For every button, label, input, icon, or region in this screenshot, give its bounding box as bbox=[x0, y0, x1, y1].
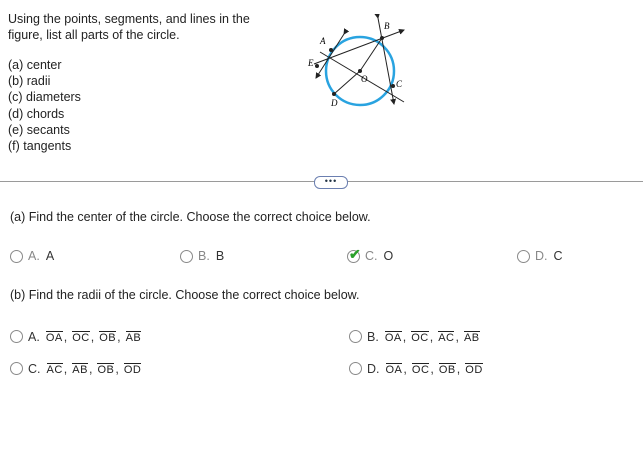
point-d bbox=[332, 92, 336, 96]
point-e bbox=[315, 64, 319, 68]
choice-a-c[interactable]: ✔ C. O bbox=[347, 246, 393, 263]
segment-label: OB bbox=[97, 361, 115, 376]
segment-label: AC bbox=[438, 329, 455, 344]
expand-more-button[interactable]: ••• bbox=[314, 176, 348, 189]
choice-a-d[interactable]: D. C bbox=[517, 249, 563, 263]
radio-button[interactable] bbox=[10, 330, 23, 343]
segment-label: OA bbox=[384, 329, 402, 344]
choice-a-b[interactable]: B. B bbox=[180, 249, 224, 263]
choice-b-c[interactable]: C. AC, AB, OB, OD bbox=[10, 361, 142, 376]
radius-od bbox=[333, 70, 361, 95]
point-b bbox=[380, 36, 384, 40]
segment-label: OD bbox=[465, 361, 483, 376]
label-a: A bbox=[319, 36, 326, 46]
part-center: (a) center bbox=[8, 58, 62, 72]
segment-label: AB bbox=[125, 329, 142, 344]
part-chords: (d) chords bbox=[8, 106, 65, 121]
segment-label: OC bbox=[411, 329, 429, 344]
segment-label: OA bbox=[385, 361, 403, 376]
radio-button[interactable] bbox=[349, 362, 362, 375]
segment-label: AC bbox=[46, 361, 64, 376]
point-a bbox=[329, 48, 333, 52]
label-d: D bbox=[330, 98, 338, 108]
checkmark-icon: ✔ bbox=[349, 245, 361, 262]
parts-list: (a) center (b) radii (c) diameters (d) c… bbox=[8, 57, 81, 154]
segment-label: OC bbox=[411, 361, 430, 376]
part-radii: (b) radii bbox=[8, 74, 51, 89]
radio-button[interactable] bbox=[10, 362, 23, 375]
label-e: E bbox=[307, 58, 314, 68]
label-c: C bbox=[396, 79, 403, 89]
segment-label: OD bbox=[123, 361, 142, 376]
question-a-text: (a) Find the center of the circle. Choos… bbox=[10, 210, 371, 224]
radio-button[interactable] bbox=[180, 249, 193, 263]
choice-b-a[interactable]: A. OA, OC, OB, AB bbox=[10, 329, 142, 344]
question-b-text: (b) Find the radii of the circle. Choose… bbox=[10, 288, 360, 302]
label-o: O bbox=[361, 74, 368, 84]
problem-prompt: Using the points, segments, and lines in… bbox=[8, 12, 250, 42]
radio-button[interactable] bbox=[349, 330, 362, 343]
segment-label: OC bbox=[72, 329, 90, 344]
segment-label: OB bbox=[438, 361, 456, 376]
choice-a-a[interactable]: A. A bbox=[10, 249, 54, 263]
segment-label: AB bbox=[463, 329, 480, 344]
segment-label: OB bbox=[99, 329, 117, 344]
radio-button[interactable]: ✔ bbox=[347, 246, 361, 263]
part-tangents: (f) tangents bbox=[8, 139, 72, 154]
choice-b-b[interactable]: B. OA, OC, AC, AB bbox=[349, 329, 481, 344]
part-diameters: (c) diameters bbox=[8, 90, 81, 105]
segment-label: AB bbox=[72, 361, 88, 376]
point-o bbox=[358, 69, 362, 73]
segment-label: OA bbox=[45, 329, 63, 344]
radio-button[interactable] bbox=[10, 249, 23, 263]
part-secants: (e) secants bbox=[8, 122, 70, 137]
circle-figure: A B C D E O bbox=[307, 14, 405, 108]
label-b: B bbox=[384, 21, 390, 31]
choice-b-d[interactable]: D. OA, OC, OB, OD bbox=[349, 361, 484, 376]
radio-button[interactable] bbox=[517, 249, 530, 263]
point-c bbox=[391, 84, 395, 88]
